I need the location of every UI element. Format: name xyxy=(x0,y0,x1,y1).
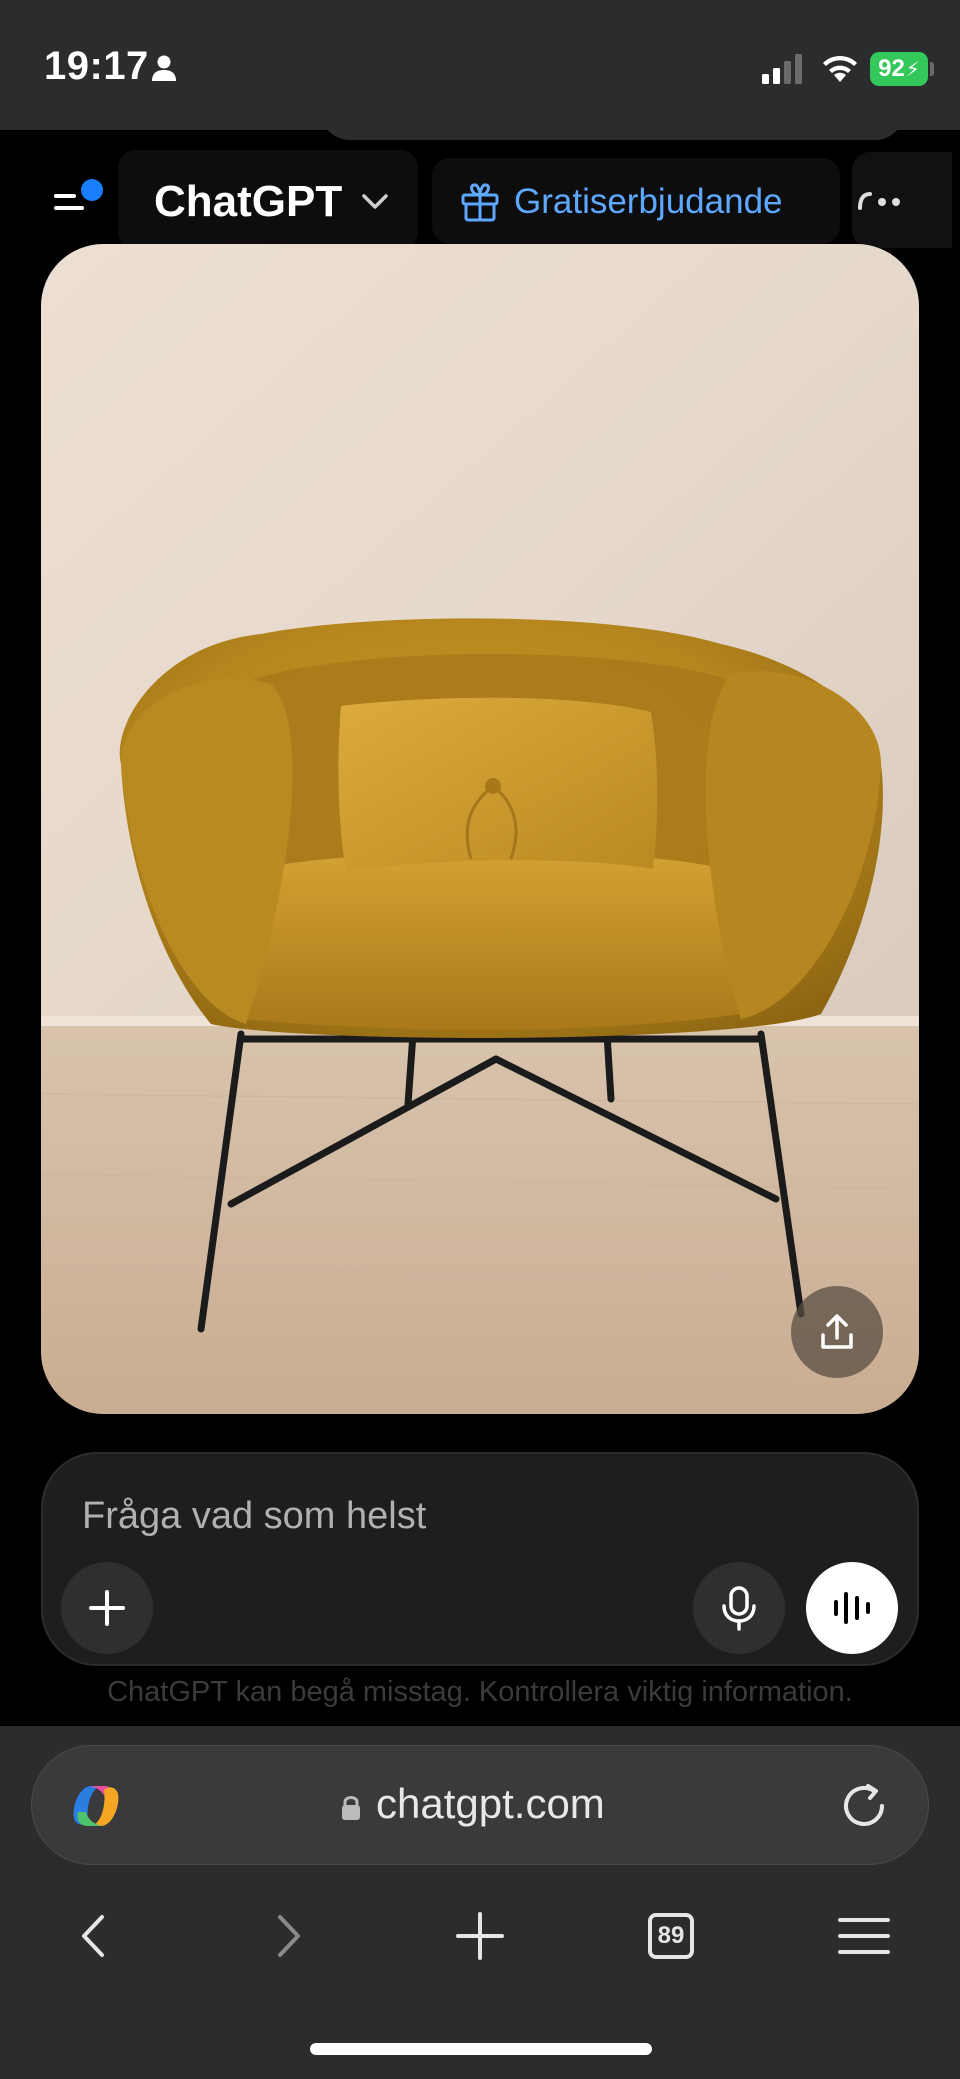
signal-icon xyxy=(762,54,802,84)
battery-percent: 92 xyxy=(878,55,905,82)
chair-photo xyxy=(41,244,919,1414)
forward-button[interactable] xyxy=(248,1904,328,1968)
battery-charging-icon: ⚡ xyxy=(905,58,920,81)
dictate-button[interactable] xyxy=(693,1562,785,1654)
microphone-icon[interactable] xyxy=(717,1584,761,1632)
plus-icon[interactable] xyxy=(85,1586,129,1630)
chair-image xyxy=(41,244,919,1414)
chevron-down-icon[interactable] xyxy=(360,188,390,214)
home-indicator[interactable] xyxy=(310,2043,652,2055)
sidebar-menu-icon[interactable] xyxy=(40,176,110,226)
gift-icon[interactable] xyxy=(458,180,502,224)
menu-icon[interactable] xyxy=(837,1915,891,1957)
wifi-icon xyxy=(823,55,857,82)
more-icon[interactable] xyxy=(856,184,904,216)
composer xyxy=(41,1452,919,1666)
top-strip xyxy=(320,110,905,140)
share-icon[interactable] xyxy=(816,1311,858,1353)
share-button[interactable] xyxy=(791,1286,883,1378)
new-tab-button[interactable] xyxy=(440,1904,520,1968)
add-attachment-button[interactable] xyxy=(61,1562,153,1654)
url-text[interactable]: chatgpt.com xyxy=(376,1780,605,1828)
copilot-icon[interactable] xyxy=(66,1778,126,1834)
person-icon xyxy=(152,55,176,81)
tabs-icon[interactable]: 89 xyxy=(648,1913,694,1959)
status-time: 19:17 xyxy=(44,44,149,88)
tabs-button[interactable]: 89 xyxy=(631,1904,711,1968)
lock-icon xyxy=(342,1796,360,1820)
new-tab-icon[interactable] xyxy=(454,1910,506,1962)
voice-mode-icon[interactable] xyxy=(828,1586,876,1630)
reload-icon[interactable] xyxy=(838,1780,890,1832)
promo-label[interactable]: Gratiserbjudande xyxy=(514,182,783,222)
forward-icon[interactable] xyxy=(268,1911,308,1961)
back-button[interactable] xyxy=(54,1904,134,1968)
menu-button[interactable] xyxy=(824,1904,904,1968)
model-title[interactable]: ChatGPT xyxy=(154,177,342,227)
back-icon[interactable] xyxy=(74,1911,114,1961)
battery-indicator: 92 ⚡ xyxy=(870,52,928,86)
disclaimer: ChatGPT kan begå misstag. Kontrollera vi… xyxy=(107,1676,853,1708)
voice-mode-button[interactable] xyxy=(806,1562,898,1654)
prompt-input[interactable] xyxy=(82,1490,782,1542)
battery-nub xyxy=(930,62,934,76)
screen: 19:17 92 ⚡ ChatGPT Gratiserbjudande Fråg… xyxy=(0,0,960,2079)
